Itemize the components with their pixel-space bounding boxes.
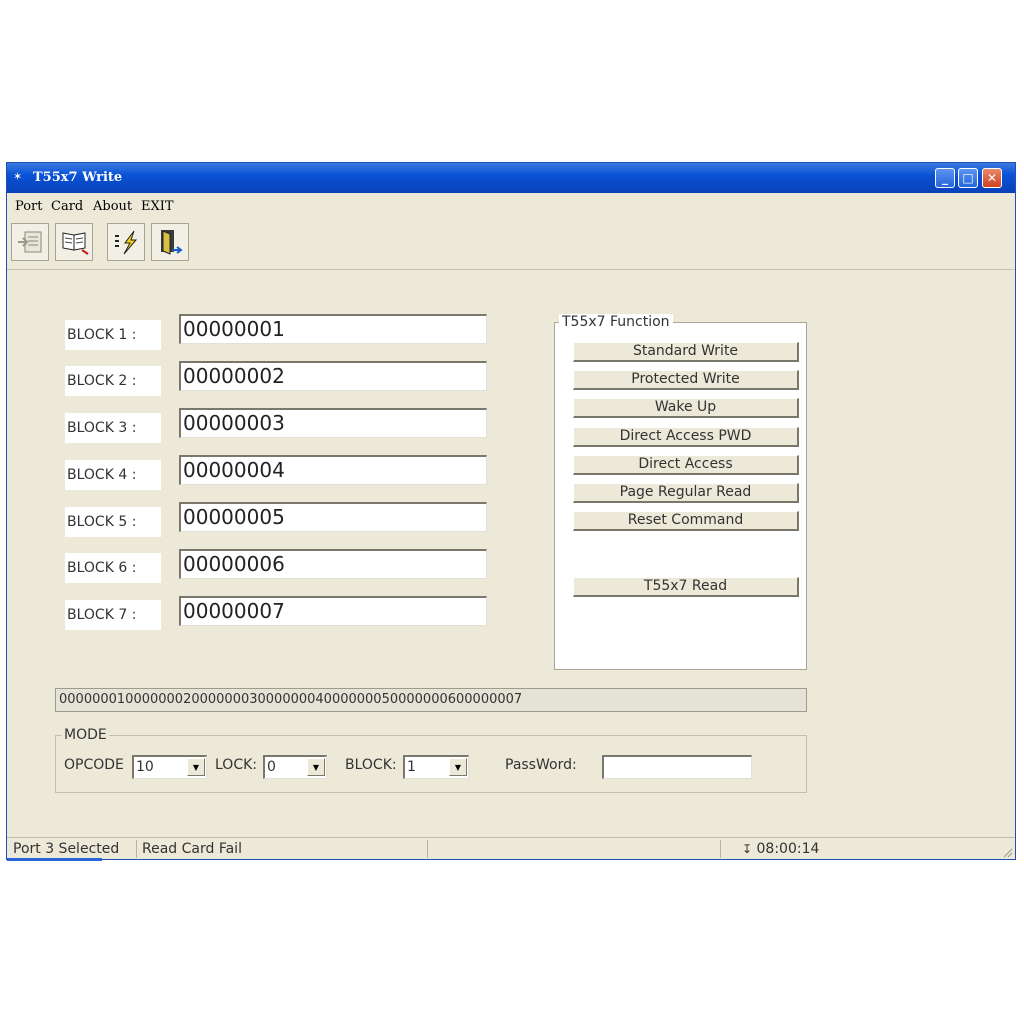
app-icon: ✶ [13, 170, 23, 183]
connect-icon [18, 231, 42, 253]
title-bar[interactable]: ✶ T55x7 Write _ □ ✕ [7, 163, 1015, 193]
mode-group-title: MODE [62, 727, 109, 743]
opcode-value: 10 [136, 759, 154, 775]
block-7-label: BLOCK 7 : [65, 600, 161, 630]
block-4-input[interactable]: 00000004 [179, 455, 487, 485]
maximize-button[interactable]: □ [958, 168, 978, 188]
status-extra [429, 840, 721, 858]
status-message: Read Card Fail [138, 840, 428, 858]
block-2-input[interactable]: 00000002 [179, 361, 487, 391]
block-select[interactable]: 1 ▼ [403, 755, 469, 779]
direct-access-pwd-button[interactable]: Direct Access PWD [573, 427, 799, 447]
clock-icon: ↧ [742, 842, 753, 856]
block-7-input[interactable]: 00000007 [179, 596, 487, 626]
chevron-down-icon[interactable]: ▼ [307, 758, 325, 776]
menu-bar: Port Card About EXIT [7, 195, 1015, 217]
read-book-icon [62, 232, 89, 255]
menu-exit[interactable]: EXIT [141, 199, 174, 214]
exit-button[interactable] [151, 223, 189, 261]
status-bar: Port 3 Selected Read Card Fail ↧ 08:00:1… [7, 837, 1015, 860]
chevron-down-icon[interactable]: ▼ [449, 758, 467, 776]
app-window: ✶ T55x7 Write _ □ ✕ Port Card About EXIT [6, 162, 1016, 861]
toolbar [7, 217, 1015, 270]
block-6-label: BLOCK 6 : [65, 553, 161, 583]
block-select-label: BLOCK: [345, 757, 397, 773]
chevron-down-icon[interactable]: ▼ [187, 758, 205, 776]
block-4-label: BLOCK 4 : [65, 460, 161, 490]
connect-button[interactable] [11, 223, 49, 261]
block-5-label: BLOCK 5 : [65, 507, 161, 537]
close-button[interactable]: ✕ [982, 168, 1002, 188]
function-group: T55x7 Function Standard Write Protected … [554, 314, 807, 670]
block-1-input[interactable]: 00000001 [179, 314, 487, 344]
minimize-button[interactable]: _ [935, 168, 955, 188]
window-bottom-accent [7, 858, 102, 861]
menu-card[interactable]: Card [51, 199, 83, 214]
lock-select[interactable]: 0 ▼ [263, 755, 327, 779]
opcode-select[interactable]: 10 ▼ [132, 755, 207, 779]
status-port: Port 3 Selected [9, 840, 137, 858]
wake-up-button[interactable]: Wake Up [573, 398, 799, 418]
protected-write-button[interactable]: Protected Write [573, 370, 799, 390]
opcode-label: OPCODE [64, 757, 124, 773]
combined-data-field[interactable]: 0000000100000002000000030000000400000005… [55, 688, 807, 712]
block-6-input[interactable]: 00000006 [179, 549, 487, 579]
lock-value: 0 [267, 759, 276, 775]
t55x7-read-button[interactable]: T55x7 Read [573, 577, 799, 597]
block-5-input[interactable]: 00000005 [179, 502, 487, 532]
password-label: PassWord: [505, 757, 577, 773]
function-group-title: T55x7 Function [559, 314, 673, 330]
block-3-input[interactable]: 00000003 [179, 408, 487, 438]
write-card-button[interactable] [107, 223, 145, 261]
exit-door-icon [161, 230, 183, 255]
mode-group: MODE OPCODE 10 ▼ LOCK: 0 ▼ BLOCK: 1 ▼ Pa… [55, 727, 807, 793]
direct-access-button[interactable]: Direct Access [573, 455, 799, 475]
window-title: T55x7 Write [33, 170, 123, 185]
menu-port[interactable]: Port [15, 199, 43, 214]
page-regular-read-button[interactable]: Page Regular Read [573, 483, 799, 503]
password-input[interactable] [602, 755, 752, 779]
standard-write-button[interactable]: Standard Write [573, 342, 799, 362]
block-select-value: 1 [407, 759, 416, 775]
write-lightning-icon [115, 230, 138, 255]
resize-grip-icon[interactable] [1001, 846, 1013, 858]
status-time-cell: ↧ 08:00:14 [722, 840, 922, 858]
block-3-label: BLOCK 3 : [65, 413, 161, 443]
menu-about[interactable]: About [93, 199, 132, 214]
read-card-button[interactable] [55, 223, 93, 261]
block-1-label: BLOCK 1 : [65, 320, 161, 350]
status-time: 08:00:14 [756, 841, 820, 857]
lock-label: LOCK: [215, 757, 257, 773]
reset-command-button[interactable]: Reset Command [573, 511, 799, 531]
block-2-label: BLOCK 2 : [65, 366, 161, 396]
